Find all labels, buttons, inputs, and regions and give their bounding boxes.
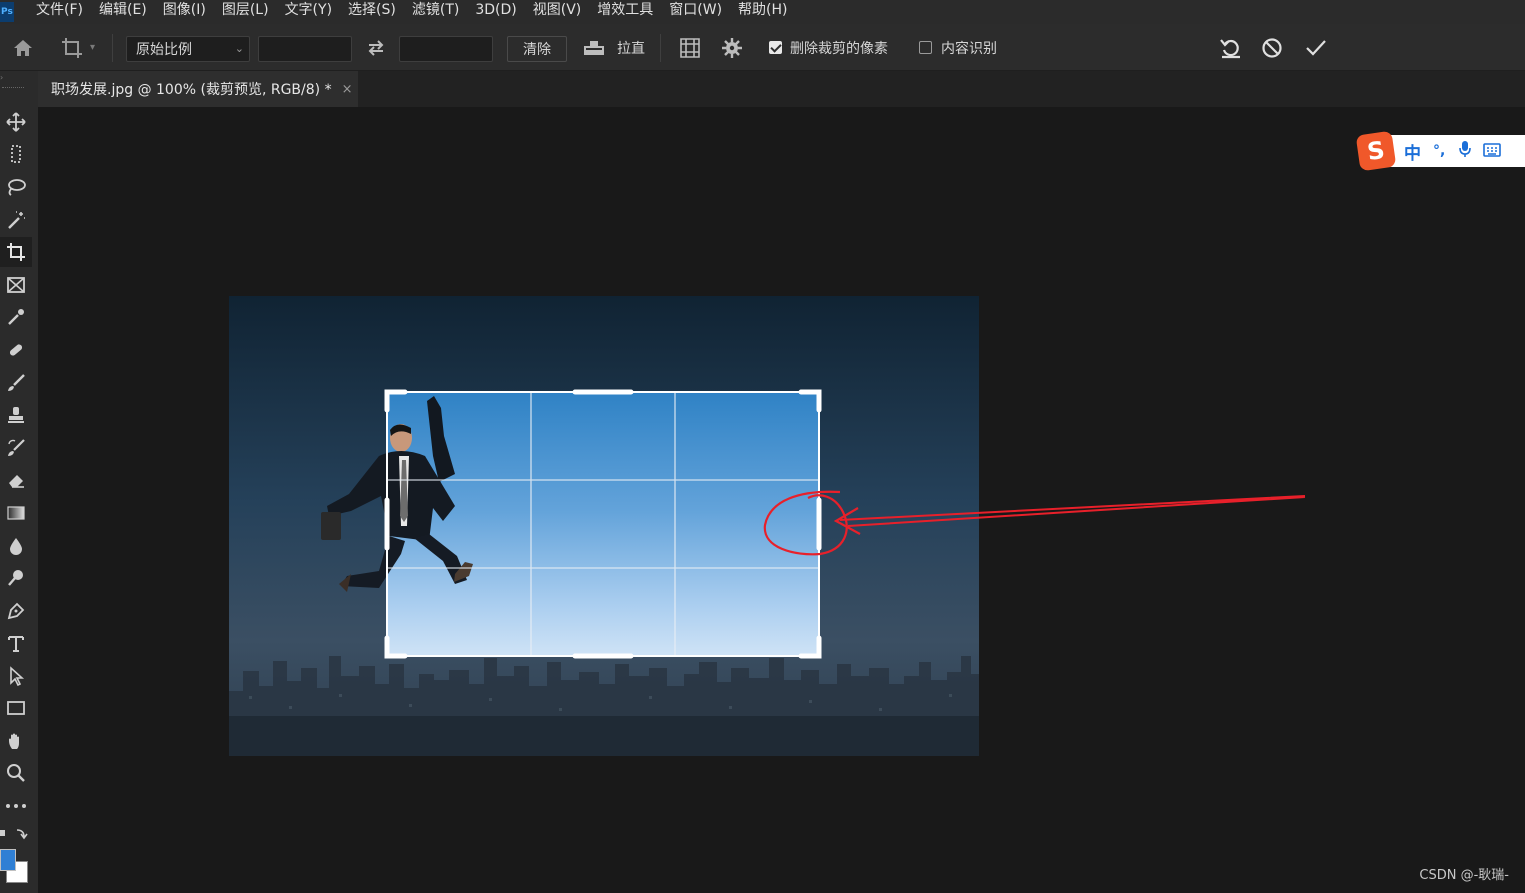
annotation-circle [763,490,848,556]
watermark: CSDN @-耿瑞- [1419,868,1509,883]
microphone-icon[interactable] [1459,140,1472,162]
sogou-logo[interactable]: S [1355,130,1397,172]
red-annotation-overlay [763,490,1306,556]
keyboard-icon[interactable] [1483,142,1502,161]
annotation-arrow-head [833,507,861,535]
ime-mode-toggle[interactable]: 中 [1404,139,1421,164]
annotation-arrow-shaft [839,495,1306,527]
ime-toolbar[interactable]: S 中 °, [1355,130,1525,172]
ime-punctuation-toggle[interactable]: °, [1433,143,1445,159]
